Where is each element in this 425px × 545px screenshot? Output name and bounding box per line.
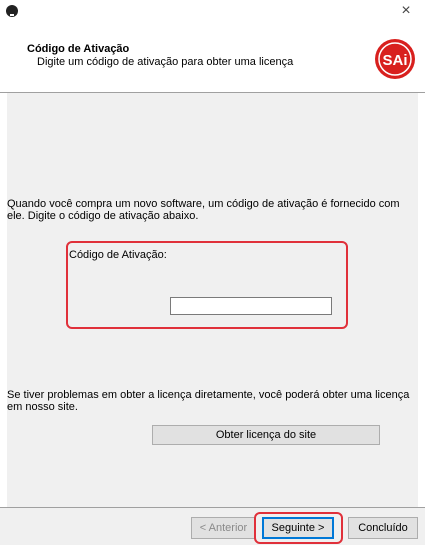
wizard-footer: < Anterior Seguinte > Concluído (0, 508, 425, 545)
finish-button[interactable]: Concluído (348, 517, 418, 539)
wizard-header: Código de Ativação Digite um código de a… (0, 32, 425, 92)
get-license-site-button[interactable]: Obter licença do site (152, 425, 380, 445)
help-text: Se tiver problemas em obter a licença di… (7, 389, 410, 413)
page-subtitle: Digite um código de ativação para obter … (37, 56, 294, 68)
app-icon (6, 5, 18, 17)
sai-logo: SAi (375, 39, 415, 79)
intro-text: Quando você compra um novo software, um … (7, 198, 400, 222)
title-bar: × (0, 0, 425, 32)
activation-code-label: Código de Ativação: (69, 249, 167, 261)
content-panel: Quando você compra um novo software, um … (7, 93, 418, 507)
activation-code-input[interactable] (170, 297, 332, 315)
page-title: Código de Ativação (27, 43, 130, 55)
back-button[interactable]: < Anterior (191, 517, 256, 539)
next-button[interactable]: Seguinte > (262, 517, 334, 539)
close-button[interactable]: × (391, 0, 421, 22)
logo-text: SAi (382, 52, 407, 69)
